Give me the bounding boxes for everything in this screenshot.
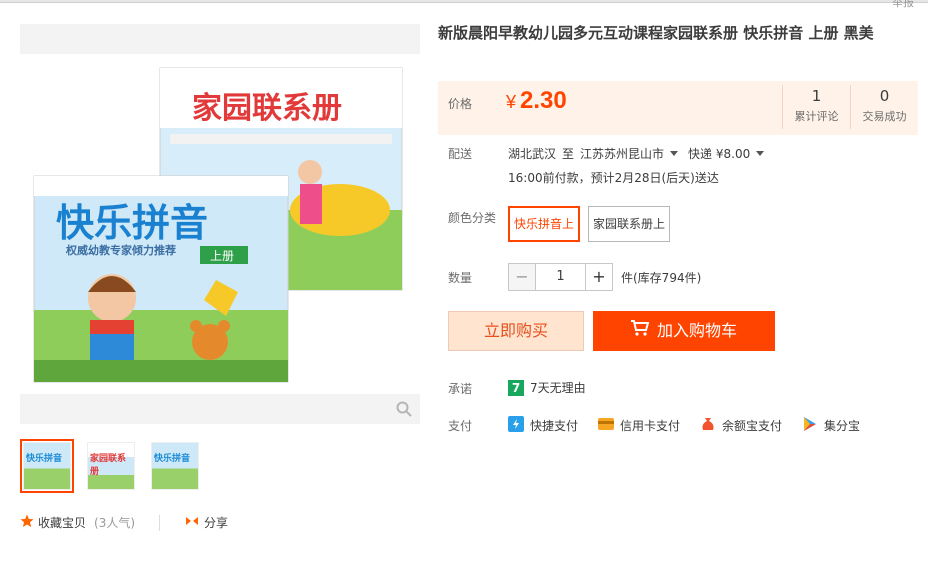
chevron-down-icon[interactable] bbox=[670, 151, 679, 156]
delivery-estimate: 16:00前付款，预计2月28日(后天)送达 bbox=[508, 169, 719, 186]
money-bag-icon bbox=[700, 416, 716, 435]
stat-reviews[interactable]: 1 累计评论 bbox=[782, 85, 850, 129]
delivery-text: 前付款，预计2月28日(后天)送达 bbox=[542, 171, 719, 185]
sku-label: 颜色分类 bbox=[448, 211, 497, 225]
payment-credit-card[interactable]: 信用卡支付 bbox=[598, 417, 680, 434]
thumbnail-3[interactable]: 快乐拼音 bbox=[148, 439, 202, 493]
social-divider bbox=[159, 514, 161, 531]
main-product-image[interactable]: 家园联系册 快乐拼音 权威幼教专家倾力推荐 上册 bbox=[20, 60, 420, 390]
review-count: 1 bbox=[811, 87, 822, 105]
popularity-count: (3人气) bbox=[94, 516, 136, 530]
share-icon bbox=[184, 515, 200, 530]
front-book-title: 快乐拼音 bbox=[56, 201, 208, 245]
delivery-time: 16:00 bbox=[508, 171, 543, 185]
report-link[interactable]: 举报 bbox=[892, 0, 914, 10]
sku-options: 快乐拼音上 家园联系册上 bbox=[508, 206, 671, 242]
shipping-label: 配送 bbox=[448, 147, 473, 161]
price-label: 价格 bbox=[448, 97, 473, 111]
currency-symbol: ¥ bbox=[506, 92, 517, 112]
quantity-increase-button[interactable]: + bbox=[585, 263, 613, 291]
payment-methods: 快捷支付 信用卡支付 余额宝支付 集分宝 bbox=[508, 416, 860, 435]
zoom-search-icon[interactable] bbox=[396, 401, 412, 417]
favorite-button[interactable]: 收藏宝贝 (3人气) bbox=[20, 514, 135, 531]
thumbnail-3-label: 快乐拼音 bbox=[154, 454, 191, 464]
gallery-top-bar bbox=[20, 24, 420, 54]
express-select[interactable]: 快递 ¥8.00 bbox=[688, 145, 750, 162]
ship-from: 湖北武汉 bbox=[508, 147, 557, 161]
cart-icon bbox=[630, 311, 650, 351]
share-label: 分享 bbox=[204, 516, 229, 530]
back-book-title: 家园联系册 bbox=[192, 91, 342, 126]
volume-label: 上册 bbox=[210, 249, 234, 263]
product-title: 新版晨阳早教幼儿园多元互动课程家园联系册 快乐拼音 上册 黑美 bbox=[438, 24, 874, 42]
buy-now-button[interactable]: 立即购买 bbox=[448, 311, 584, 351]
promise-label: 承诺 bbox=[448, 382, 473, 396]
price-amount: 2.30 bbox=[520, 87, 567, 114]
promise-item[interactable]: 7 7天无理由 bbox=[508, 379, 586, 396]
quantity-stepper: − 1 + 件(库存794件) bbox=[508, 263, 701, 291]
ship-to-select[interactable]: 江苏苏州昆山市 bbox=[580, 145, 664, 162]
transaction-label: 交易成功 bbox=[862, 110, 907, 123]
payment-yuebao[interactable]: 余额宝支付 bbox=[700, 416, 782, 435]
thumbnail-list: 快乐拼音 家园联系册 快乐拼音 bbox=[20, 439, 202, 493]
front-book-cover: 快乐拼音 权威幼教专家倾力推荐 上册 bbox=[33, 175, 289, 383]
stat-transactions[interactable]: 0 交易成功 bbox=[850, 85, 918, 129]
yuebao-label: 余额宝支付 bbox=[722, 419, 783, 433]
sku-option-pinyin[interactable]: 快乐拼音上 bbox=[508, 206, 581, 242]
payment-jifenbao[interactable]: 集分宝 bbox=[802, 416, 860, 435]
share-button[interactable]: 分享 bbox=[184, 514, 228, 531]
thumbnail-2[interactable]: 家园联系册 bbox=[84, 439, 138, 493]
payment-label: 支付 bbox=[448, 419, 473, 433]
transaction-count: 0 bbox=[879, 87, 890, 105]
payment-quick[interactable]: 快捷支付 bbox=[508, 416, 578, 435]
credit-card-label: 信用卡支付 bbox=[620, 419, 681, 433]
ship-to-word: 至 bbox=[562, 147, 575, 161]
add-to-cart-button[interactable]: 加入购物车 bbox=[593, 311, 775, 351]
quick-pay-icon bbox=[508, 416, 524, 435]
quantity-decrease-button[interactable]: − bbox=[508, 263, 536, 291]
favorite-label: 收藏宝贝 bbox=[38, 516, 87, 530]
star-icon bbox=[20, 514, 34, 531]
shipping-line: 湖北武汉 至 江苏苏州昆山市 快递 ¥8.00 bbox=[508, 145, 774, 162]
chevron-down-icon[interactable] bbox=[756, 151, 765, 156]
review-label: 累计评论 bbox=[794, 110, 839, 123]
top-border bbox=[0, 0, 928, 3]
jifenbao-icon bbox=[802, 416, 818, 435]
credit-card-icon bbox=[598, 417, 615, 434]
add-to-cart-label: 加入购物车 bbox=[656, 321, 737, 340]
sku-option-contact-book[interactable]: 家园联系册上 bbox=[588, 206, 671, 242]
front-book-subtitle: 权威幼教专家倾力推荐 bbox=[65, 243, 176, 257]
social-bar: 收藏宝贝 (3人气) 分享 bbox=[20, 514, 228, 531]
jifenbao-label: 集分宝 bbox=[824, 419, 861, 433]
gallery-bottom-bar bbox=[20, 394, 420, 424]
thumbnail-1[interactable]: 快乐拼音 bbox=[20, 439, 74, 493]
price-value: ¥2.30 bbox=[506, 87, 567, 115]
price-panel: 价格 ¥2.30 1 累计评论 0 交易成功 bbox=[438, 81, 918, 135]
stats-group: 1 累计评论 0 交易成功 bbox=[782, 85, 918, 129]
promise-text: 7天无理由 bbox=[530, 381, 586, 395]
quantity-input[interactable]: 1 bbox=[536, 263, 585, 291]
seven-day-icon: 7 bbox=[508, 379, 524, 396]
quick-pay-label: 快捷支付 bbox=[530, 419, 579, 433]
thumbnail-2-label: 家园联系册 bbox=[90, 454, 127, 477]
thumbnail-1-label: 快乐拼音 bbox=[26, 454, 63, 464]
quantity-label: 数量 bbox=[448, 271, 473, 285]
stock-info: 件(库存794件) bbox=[621, 270, 702, 285]
